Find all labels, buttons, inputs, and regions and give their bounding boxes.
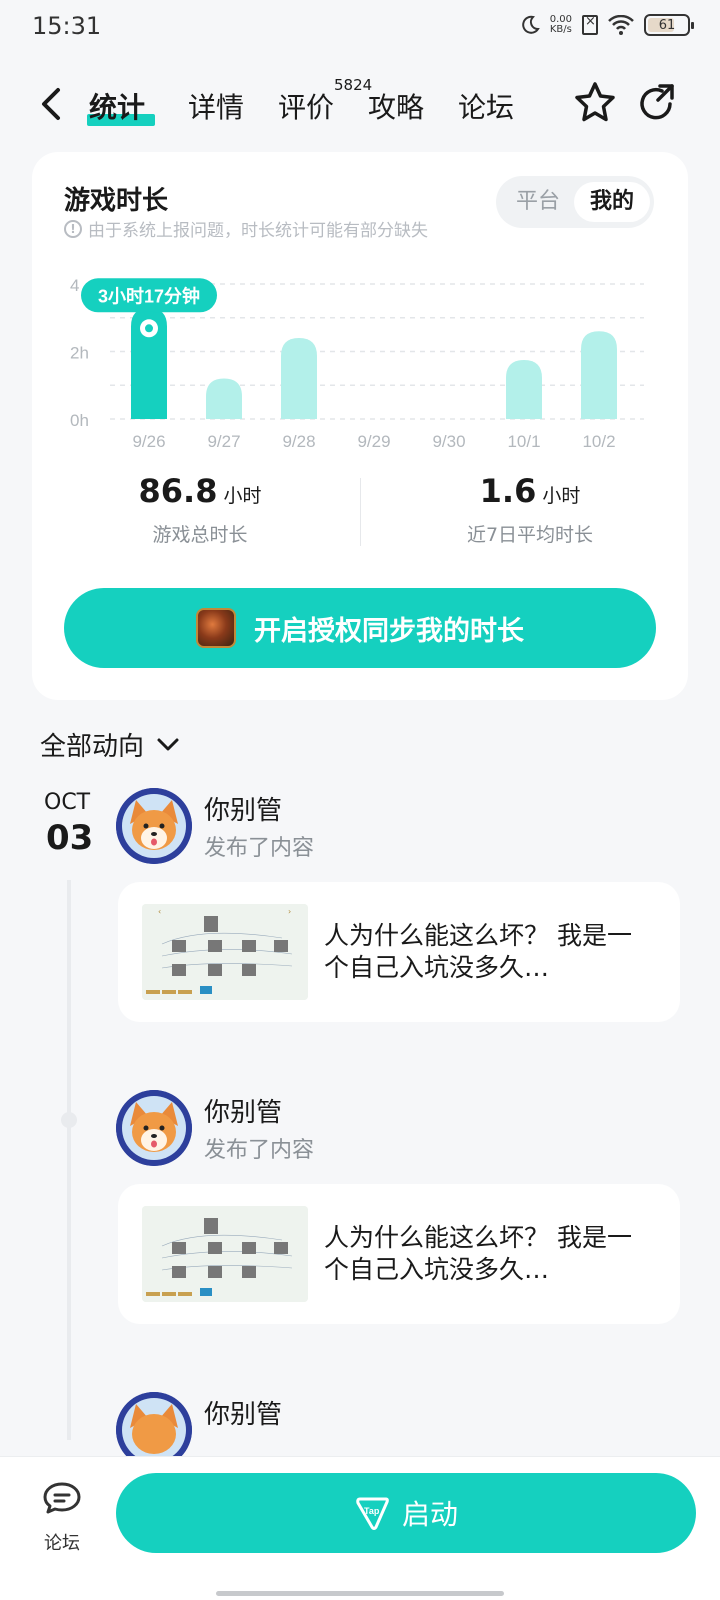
playtime-stats: 86.8 小时 游戏总时长 1.6 小时 近7日平均时长 <box>32 472 688 552</box>
chat-bubble-icon <box>43 1482 81 1514</box>
avg-unit: 小时 <box>542 485 581 507</box>
bottom-bar: 论坛 Tap 启动 <box>0 1456 720 1600</box>
review-count-badge: 5824 <box>334 76 373 94</box>
tab-reviews[interactable]: 评价 <box>278 86 334 126</box>
tap-logo-icon: Tap <box>356 1497 389 1530</box>
svg-text:Tap: Tap <box>364 1506 380 1516</box>
status-icons: 0.00 KB/s 61 <box>520 14 694 36</box>
total-value: 86.8 <box>138 472 218 510</box>
star-icon[interactable] <box>572 80 618 126</box>
feed-filter-label: 全部动向 <box>40 732 145 762</box>
x-tick-label: 10/1 <box>507 432 540 451</box>
user-action: 发布了内容 <box>204 1138 315 1163</box>
wifi-icon <box>608 15 634 35</box>
tab-stats[interactable]: 统计 <box>89 86 145 126</box>
svg-text:‹: ‹ <box>158 907 161 916</box>
bar <box>581 331 617 419</box>
y-tick-label: 2h <box>70 344 89 363</box>
bar <box>206 378 242 419</box>
date-day: 03 <box>46 818 94 858</box>
card-title: 游戏时长 <box>64 186 169 216</box>
status-time: 15:31 <box>32 12 102 40</box>
shiba-avatar-icon <box>116 788 192 864</box>
y-tick-label: 4 <box>70 276 79 295</box>
launch-button-label: 启动 <box>401 1498 458 1531</box>
timeline-dot <box>61 1112 77 1128</box>
post-text: 人为什么能这么坏？ 我是一个自己入坑没多久… <box>324 921 632 982</box>
x-tick-label: 9/30 <box>432 432 465 451</box>
game-icon <box>196 608 236 648</box>
share-icon[interactable] <box>636 82 678 124</box>
battery-icon: 61 <box>644 14 694 36</box>
post-text: 人为什么能这么坏？ 我是一个自己入坑没多久… <box>324 1223 632 1284</box>
avg-value: 1.6 <box>479 472 537 510</box>
card-note: ! 由于系统上报问题，时长统计可能有部分缺失 <box>64 216 428 241</box>
post-card[interactable]: ‹ › 人为什么能这么坏？ 我是一个自己入坑没多久… <box>118 882 680 1022</box>
playtime-card: 游戏时长 ! 由于系统上报问题，时长统计可能有部分缺失 平台 我的 0h 2h 4 9… <box>32 152 688 700</box>
post-thumbnail <box>142 1206 308 1302</box>
y-tick-label: 0h <box>70 411 89 430</box>
user-name[interactable]: 你别管 <box>204 790 282 827</box>
bar <box>506 359 542 419</box>
no-sim-icon <box>582 14 598 35</box>
feed-filter[interactable]: 全部动向 <box>40 726 180 763</box>
highlight-marker-dot <box>145 324 153 333</box>
svg-text:›: › <box>288 907 291 916</box>
user-name[interactable]: 你别管 <box>204 1394 282 1431</box>
date-month: OCT <box>44 790 91 815</box>
forum-tab-label: 论坛 <box>44 1533 80 1554</box>
total-label: 游戏总时长 <box>152 524 248 546</box>
toggle-platform[interactable]: 平台 <box>500 182 576 222</box>
tooltip-label: 3小时17分钟 <box>98 285 200 306</box>
chevron-down-icon <box>157 738 179 750</box>
net-speed: 0.00 KB/s <box>549 14 572 35</box>
x-tick-label: 9/29 <box>357 432 390 451</box>
bar <box>281 338 317 419</box>
user-name[interactable]: 你别管 <box>204 1092 282 1129</box>
x-tick-label: 9/27 <box>207 432 240 451</box>
home-indicator <box>216 1591 504 1596</box>
sync-button-label: 开启授权同步我的时长 <box>254 615 524 647</box>
back-arrow-icon[interactable] <box>38 86 66 122</box>
tab-guides[interactable]: 攻略 <box>368 86 424 126</box>
top-nav: 统计 详情 评价 5824 攻略 论坛 <box>0 72 720 136</box>
total-unit: 小时 <box>223 485 262 507</box>
post-card[interactable]: 人为什么能这么坏？ 我是一个自己入坑没多久… <box>118 1184 680 1324</box>
x-tick-label: 9/28 <box>282 432 315 451</box>
avg-playtime: 1.6 小时 近7日平均时长 <box>370 472 690 547</box>
forum-tab[interactable]: 论坛 <box>36 1481 88 1555</box>
toggle-mine[interactable]: 我的 <box>574 182 650 222</box>
avatar[interactable] <box>116 1090 192 1166</box>
shiba-avatar-icon <box>116 1090 192 1166</box>
moon-icon <box>521 15 540 34</box>
post-thumbnail: ‹ › <box>142 904 308 1000</box>
avg-label: 近7日平均时长 <box>466 524 594 546</box>
x-tick-label: 10/2 <box>582 432 615 451</box>
status-bar: 15:31 0.00 KB/s 61 <box>0 0 720 56</box>
total-playtime: 86.8 小时 游戏总时长 <box>40 472 360 547</box>
playtime-bar-chart: 0h 2h 4 9/26 9/27 9/28 9/29 9/30 10/1 10/2 3小时17分钟 <box>70 276 644 451</box>
x-tick-label: 9/26 <box>132 432 165 451</box>
timeline-line <box>67 880 71 1440</box>
tab-forum[interactable]: 论坛 <box>458 86 514 126</box>
user-action: 发布了内容 <box>204 836 315 861</box>
stats-divider <box>360 478 361 546</box>
platform-toggle: 平台 我的 <box>496 176 654 228</box>
sync-playtime-button[interactable]: 开启授权同步我的时长 <box>64 588 656 668</box>
avatar[interactable] <box>116 788 192 864</box>
tab-details[interactable]: 详情 <box>188 86 244 126</box>
info-icon: ! <box>64 219 82 238</box>
launch-button[interactable]: Tap 启动 <box>116 1473 696 1553</box>
